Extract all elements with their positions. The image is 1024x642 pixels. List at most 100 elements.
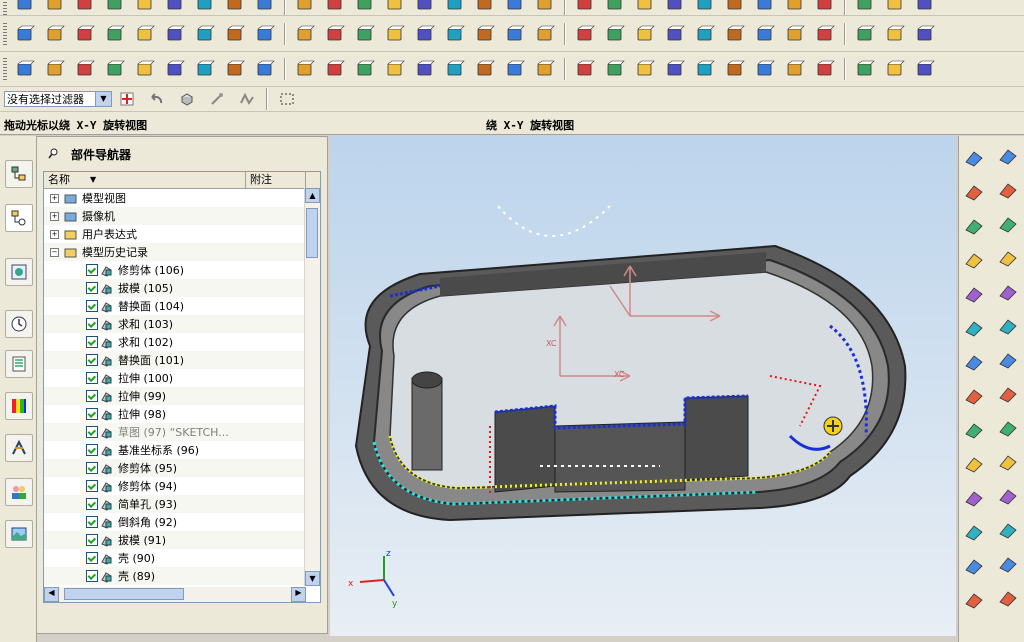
row2-tool-icon[interactable] xyxy=(663,22,687,46)
rcol1-tool-icon[interactable] xyxy=(962,282,986,306)
checkbox[interactable] xyxy=(86,426,98,438)
row1-tool-icon[interactable] xyxy=(103,0,127,15)
roles-users-icon[interactable] xyxy=(5,478,33,506)
row2-tool-icon[interactable] xyxy=(533,22,557,46)
row2-tool-icon[interactable] xyxy=(603,22,627,46)
tree-row[interactable]: 修剪体 (94) xyxy=(44,477,320,495)
process-studio-icon[interactable] xyxy=(5,434,33,462)
row3-tool-icon[interactable] xyxy=(323,57,347,81)
checkbox[interactable] xyxy=(86,462,98,474)
checkbox[interactable] xyxy=(86,282,98,294)
rcol1-tool-icon[interactable] xyxy=(962,214,986,238)
rcol1-tool-icon[interactable] xyxy=(962,146,986,170)
row2-tool-icon[interactable] xyxy=(883,22,907,46)
row3-tool-icon[interactable] xyxy=(163,57,187,81)
row2-tool-icon[interactable] xyxy=(193,22,217,46)
row2-tool-icon[interactable] xyxy=(13,22,37,46)
checkbox[interactable] xyxy=(86,552,98,564)
row3-tool-icon[interactable] xyxy=(603,57,627,81)
row2-tool-icon[interactable] xyxy=(573,22,597,46)
row3-tool-icon[interactable] xyxy=(813,57,837,81)
rcol2-tool-icon[interactable] xyxy=(996,416,1020,440)
row2-tool-icon[interactable] xyxy=(253,22,277,46)
pin-icon[interactable] xyxy=(47,147,59,162)
row3-tool-icon[interactable] xyxy=(503,57,527,81)
row2-tool-icon[interactable] xyxy=(723,22,747,46)
row3-tool-icon[interactable] xyxy=(13,57,37,81)
checkbox[interactable] xyxy=(86,534,98,546)
tree-row[interactable]: 拉伸 (98) xyxy=(44,405,320,423)
row3-tool-icon[interactable] xyxy=(633,57,657,81)
tree-row[interactable]: − 模型历史记录 xyxy=(44,243,320,261)
checkbox[interactable] xyxy=(86,498,98,510)
row1-tool-icon[interactable] xyxy=(913,0,937,15)
row3-tool-icon[interactable] xyxy=(883,57,907,81)
row1-tool-icon[interactable] xyxy=(783,0,807,15)
checkbox[interactable] xyxy=(86,372,98,384)
row3-tool-icon[interactable] xyxy=(783,57,807,81)
rcol2-tool-icon[interactable] xyxy=(996,518,1020,542)
checkbox[interactable] xyxy=(86,318,98,330)
row3-tool-icon[interactable] xyxy=(913,57,937,81)
tree-row[interactable]: 倒斜角 (92) xyxy=(44,513,320,531)
row3-tool-icon[interactable] xyxy=(753,57,777,81)
row2-tool-icon[interactable] xyxy=(293,22,317,46)
rcol2-tool-icon[interactable] xyxy=(996,246,1020,270)
row2-tool-icon[interactable] xyxy=(503,22,527,46)
rcol2-tool-icon[interactable] xyxy=(996,484,1020,508)
checkbox[interactable] xyxy=(86,336,98,348)
expand-icon[interactable]: + xyxy=(50,193,59,203)
row1-tool-icon[interactable] xyxy=(503,0,527,15)
checkbox[interactable] xyxy=(86,390,98,402)
checkbox[interactable] xyxy=(86,300,98,312)
row2-tool-icon[interactable] xyxy=(223,22,247,46)
row3-tool-icon[interactable] xyxy=(663,57,687,81)
checkbox[interactable] xyxy=(86,516,98,528)
row1-tool-icon[interactable] xyxy=(293,0,317,15)
row1-tool-icon[interactable] xyxy=(533,0,557,15)
tree-row[interactable]: 求和 (103) xyxy=(44,315,320,333)
rcol1-tool-icon[interactable] xyxy=(962,248,986,272)
part-navigator-icon[interactable] xyxy=(5,204,33,232)
vertical-scrollbar[interactable]: ▲ ▼ xyxy=(304,188,320,586)
snap-point-icon[interactable] xyxy=(115,87,139,111)
rcol1-tool-icon[interactable] xyxy=(962,520,986,544)
assembly-navigator-icon[interactable] xyxy=(5,160,33,188)
row2-tool-icon[interactable] xyxy=(853,22,877,46)
expand-icon[interactable]: + xyxy=(50,229,59,239)
row2-tool-icon[interactable] xyxy=(783,22,807,46)
row1-tool-icon[interactable] xyxy=(883,0,907,15)
tree-row[interactable]: + 摄像机 xyxy=(44,207,320,225)
row1-tool-icon[interactable] xyxy=(13,0,37,15)
row1-tool-icon[interactable] xyxy=(383,0,407,15)
row3-tool-icon[interactable] xyxy=(473,57,497,81)
tree-row[interactable]: 基准坐标系 (96) xyxy=(44,441,320,459)
tree-row[interactable]: 壳 (89) xyxy=(44,567,320,585)
select-face-icon[interactable] xyxy=(235,87,259,111)
row3-tool-icon[interactable] xyxy=(413,57,437,81)
tree-row[interactable]: 求和 (102) xyxy=(44,333,320,351)
row3-tool-icon[interactable] xyxy=(223,57,247,81)
row1-tool-icon[interactable] xyxy=(253,0,277,15)
row2-tool-icon[interactable] xyxy=(753,22,777,46)
rcol2-tool-icon[interactable] xyxy=(996,552,1020,576)
row1-tool-icon[interactable] xyxy=(73,0,97,15)
row2-tool-icon[interactable] xyxy=(323,22,347,46)
row3-tool-icon[interactable] xyxy=(133,57,157,81)
row1-tool-icon[interactable] xyxy=(723,0,747,15)
collapse-icon[interactable]: − xyxy=(50,247,59,257)
row1-tool-icon[interactable] xyxy=(633,0,657,15)
rcol1-tool-icon[interactable] xyxy=(962,180,986,204)
row1-tool-icon[interactable] xyxy=(43,0,67,15)
tree-row[interactable]: 壳 (90) xyxy=(44,549,320,567)
row2-tool-icon[interactable] xyxy=(413,22,437,46)
row1-tool-icon[interactable] xyxy=(663,0,687,15)
row1-tool-icon[interactable] xyxy=(193,0,217,15)
rcol2-tool-icon[interactable] xyxy=(996,382,1020,406)
graphics-window[interactable]: XC XC x z y xyxy=(330,136,956,636)
tree-row[interactable]: 拉伸 (100) xyxy=(44,369,320,387)
row3-tool-icon[interactable] xyxy=(383,57,407,81)
row1-tool-icon[interactable] xyxy=(693,0,717,15)
row1-tool-icon[interactable] xyxy=(603,0,627,15)
row3-tool-icon[interactable] xyxy=(693,57,717,81)
